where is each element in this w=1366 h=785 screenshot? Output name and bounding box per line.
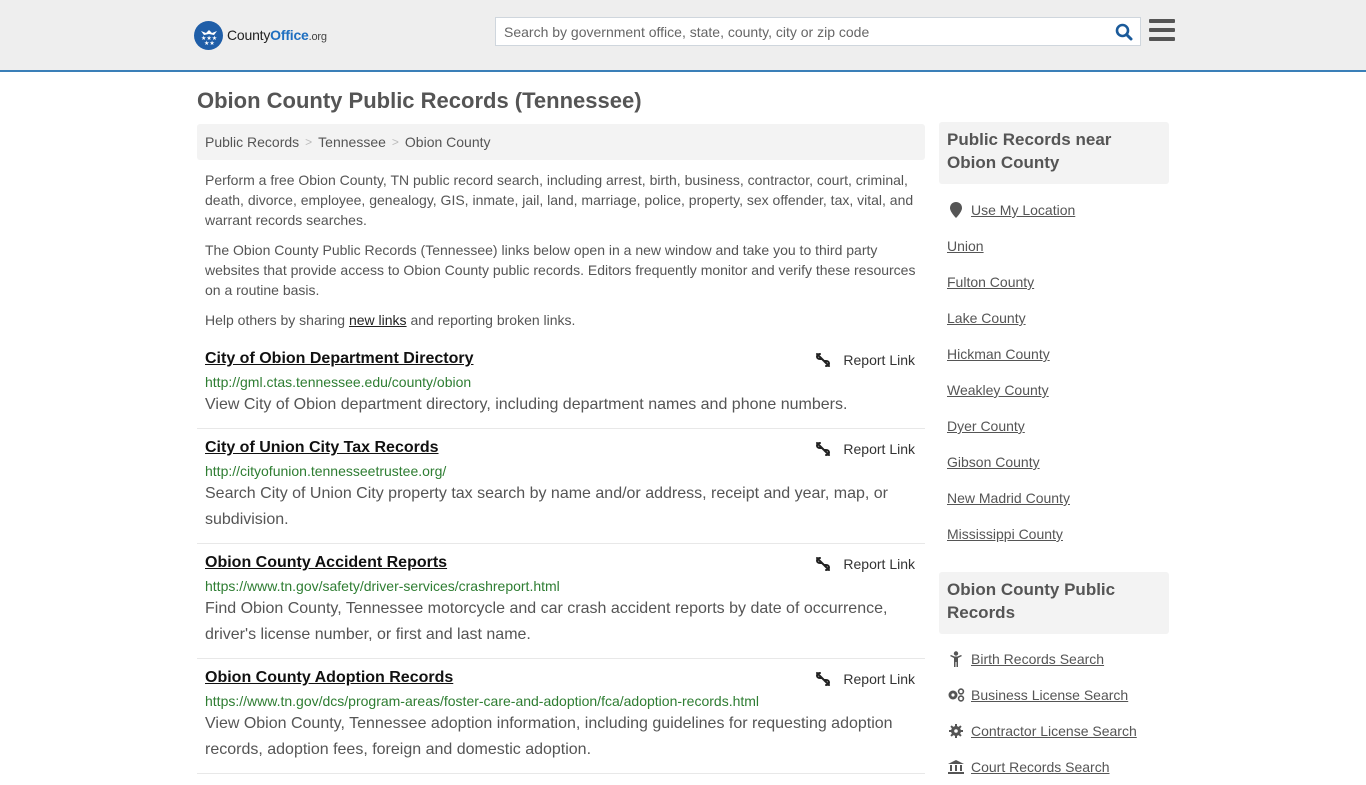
result-url: https://www.tn.gov/dcs/program-areas/fos… xyxy=(205,693,760,709)
result-description: Search City of Union City property tax s… xyxy=(205,485,888,528)
result-title-link[interactable]: Obion County Adoption Records xyxy=(205,667,453,689)
logo-brand: Office xyxy=(270,27,309,43)
page-title: Obion County Public Records (Tennessee) xyxy=(197,88,642,113)
business-license-search-link[interactable]: Business License Search xyxy=(971,687,1128,703)
result-item: Obion County Accident Reports Report Lin… xyxy=(197,544,925,659)
child-icon xyxy=(947,651,965,667)
site-logo[interactable]: ★★★ ★★ CountyOffice.org xyxy=(194,20,327,50)
report-link-label: Report Link xyxy=(843,671,915,687)
courthouse-icon xyxy=(947,760,965,774)
broken-link-icon xyxy=(816,672,831,686)
result-item: City of Obion Department Directory Repor… xyxy=(197,340,925,429)
nearby-item: Gibson County xyxy=(947,444,1169,480)
result-title-link[interactable]: Obion County Accident Reports xyxy=(205,552,447,574)
report-link-label: Report Link xyxy=(843,441,915,457)
broken-link-icon xyxy=(816,442,831,456)
new-links-link[interactable]: new links xyxy=(349,312,407,328)
intro-text: Perform a free Obion County, TN public r… xyxy=(205,170,921,340)
breadcrumb-tennessee[interactable]: Tennessee xyxy=(318,134,386,150)
county-record-item: Birth Records Search xyxy=(947,641,1169,677)
report-link-button[interactable]: Report Link xyxy=(815,441,915,457)
gear-icon xyxy=(947,724,965,738)
result-item: Obion County Adoption Records Report Lin… xyxy=(197,659,925,774)
nearby-link-union[interactable]: Union xyxy=(947,238,984,254)
birth-records-search-link[interactable]: Birth Records Search xyxy=(971,651,1104,667)
breadcrumb: Public Records > Tennessee > Obion Count… xyxy=(197,124,925,160)
result-title-link[interactable]: City of Union City Tax Records xyxy=(205,437,439,459)
result-url: https://www.tn.gov/safety/driver-service… xyxy=(205,578,560,594)
court-records-search-link[interactable]: Court Records Search xyxy=(971,759,1110,775)
intro-paragraph-3: Help others by sharing new links and rep… xyxy=(205,310,921,330)
report-link-button[interactable]: Report Link xyxy=(815,671,915,687)
eagle-stars-logo-icon: ★★★ ★★ xyxy=(194,20,223,50)
result-description: Find Obion County, Tennessee motorcycle … xyxy=(205,600,888,643)
use-my-location-link[interactable]: Use My Location xyxy=(971,202,1075,218)
report-link-button[interactable]: Report Link xyxy=(815,556,915,572)
broken-link-icon xyxy=(816,557,831,571)
result-description: View City of Obion department directory,… xyxy=(205,396,848,413)
hamburger-menu-icon[interactable] xyxy=(1149,19,1175,43)
county-records-list: Birth Records Search Business License Se… xyxy=(947,641,1169,785)
menu-bar xyxy=(1149,19,1175,23)
logo-prefix: County xyxy=(227,27,271,43)
use-my-location-item: Use My Location xyxy=(947,192,1169,228)
search-icon xyxy=(1115,23,1133,40)
cogs-icon xyxy=(947,688,965,702)
search-button[interactable] xyxy=(1108,18,1140,45)
report-link-label: Report Link xyxy=(843,556,915,572)
nearby-item: Fulton County xyxy=(947,264,1169,300)
nearby-item: Dyer County xyxy=(947,408,1169,444)
county-record-item: Court Records Search xyxy=(947,749,1169,785)
menu-bar xyxy=(1149,28,1175,32)
report-link-button[interactable]: Report Link xyxy=(815,352,915,368)
nearby-records-list: Use My Location Union Fulton County Lake… xyxy=(947,192,1169,552)
result-url: http://gml.ctas.tennessee.edu/county/obi… xyxy=(205,374,472,390)
county-records-heading-card: Obion County Public Records xyxy=(939,572,1169,634)
nearby-item: Union xyxy=(947,228,1169,264)
nearby-link-mississippi-county[interactable]: Mississippi County xyxy=(947,526,1063,542)
county-record-item: Business License Search xyxy=(947,677,1169,713)
svg-text:★★: ★★ xyxy=(204,40,215,46)
menu-bar xyxy=(1149,37,1175,41)
nearby-records-heading-card: Public Records near Obion County xyxy=(939,122,1169,184)
contractor-license-search-link[interactable]: Contractor License Search xyxy=(971,723,1137,739)
intro-text-after-link: and reporting broken links. xyxy=(406,312,576,328)
county-records-heading: Obion County Public Records xyxy=(947,580,1116,622)
nearby-link-gibson-county[interactable]: Gibson County xyxy=(947,454,1040,470)
result-title-link[interactable]: City of Obion Department Directory xyxy=(205,348,473,370)
nearby-link-hickman-county[interactable]: Hickman County xyxy=(947,346,1050,362)
search-input[interactable] xyxy=(496,18,1108,45)
broken-link-icon xyxy=(816,353,831,367)
breadcrumb-obion-county[interactable]: Obion County xyxy=(405,134,491,150)
intro-text-before-link: Help others by sharing xyxy=(205,312,349,328)
nearby-link-dyer-county[interactable]: Dyer County xyxy=(947,418,1025,434)
intro-paragraph-2: The Obion County Public Records (Tenness… xyxy=(205,242,916,298)
result-item: City of Union City Tax Records Report Li… xyxy=(197,429,925,544)
logo-tld: .org xyxy=(308,31,327,43)
result-url: http://cityofunion.tennesseetrustee.org/ xyxy=(205,463,447,479)
nearby-link-weakley-county[interactable]: Weakley County xyxy=(947,382,1049,398)
site-search xyxy=(495,17,1141,46)
nearby-item: Hickman County xyxy=(947,336,1169,372)
nearby-records-heading: Public Records near Obion County xyxy=(947,130,1112,172)
breadcrumb-separator: > xyxy=(391,135,399,149)
nearby-item: New Madrid County xyxy=(947,480,1169,516)
site-header: ★★★ ★★ CountyOffice.org xyxy=(0,0,1366,72)
report-link-label: Report Link xyxy=(843,352,915,368)
county-record-item: Contractor License Search xyxy=(947,713,1169,749)
results-list: City of Obion Department Directory Repor… xyxy=(197,340,925,774)
nearby-link-fulton-county[interactable]: Fulton County xyxy=(947,274,1034,290)
nearby-item: Mississippi County xyxy=(947,516,1169,552)
logo-wordmark: CountyOffice.org xyxy=(227,27,327,43)
nearby-item: Lake County xyxy=(947,300,1169,336)
intro-paragraph-1: Perform a free Obion County, TN public r… xyxy=(205,172,914,228)
nearby-item: Weakley County xyxy=(947,372,1169,408)
nearby-link-new-madrid-county[interactable]: New Madrid County xyxy=(947,490,1070,506)
breadcrumb-public-records[interactable]: Public Records xyxy=(205,134,299,150)
breadcrumb-separator: > xyxy=(305,135,313,149)
result-description: View Obion County, Tennessee adoption in… xyxy=(205,715,893,758)
map-marker-icon xyxy=(947,202,965,218)
nearby-link-lake-county[interactable]: Lake County xyxy=(947,310,1026,326)
